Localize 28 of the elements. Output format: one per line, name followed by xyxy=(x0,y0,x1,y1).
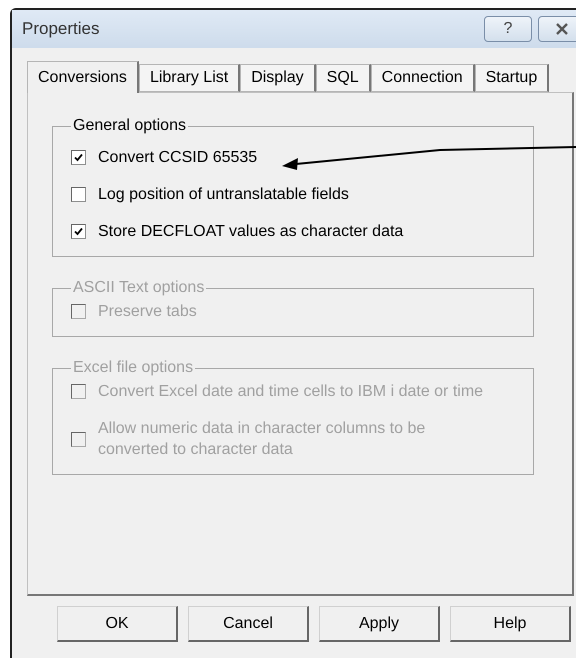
tab[interactable]: Conversions xyxy=(27,61,139,93)
tab[interactable]: Connection xyxy=(370,64,475,92)
checkbox-label: Allow numeric data in character columns to be converted to character data xyxy=(98,419,426,460)
check-icon xyxy=(74,227,83,236)
checkbox-label: Store DECFLOAT values as character data xyxy=(98,222,404,242)
dialog-button[interactable]: OK xyxy=(57,606,178,642)
close-button[interactable] xyxy=(538,16,576,42)
checkbox-label: Convert Excel date and time cells to IBM i date or time xyxy=(98,382,484,402)
checkbox[interactable] xyxy=(71,150,86,165)
tab[interactable]: Library List xyxy=(138,64,240,92)
close-icon xyxy=(555,23,569,35)
window-title: Properties xyxy=(22,19,100,39)
tab[interactable]: Startup xyxy=(474,64,550,92)
help-button[interactable]: ? xyxy=(484,16,532,42)
check-icon xyxy=(74,153,83,162)
dialog-button[interactable]: Cancel xyxy=(188,606,309,642)
checkbox-label: Preserve tabs xyxy=(98,302,197,322)
checkbox-label: Convert CCSID 65535 xyxy=(98,148,258,168)
dialog-button[interactable]: Help xyxy=(450,606,571,642)
dialog-button[interactable]: Apply xyxy=(319,606,440,642)
tab[interactable]: SQL xyxy=(316,64,371,92)
checkbox[interactable] xyxy=(71,187,86,202)
group-title: General options xyxy=(72,117,187,135)
checkbox-label: Log position of untranslatable fields xyxy=(98,185,349,205)
tab[interactable]: Display xyxy=(240,64,316,92)
group-title: ASCII Text options xyxy=(72,279,206,297)
checkbox[interactable] xyxy=(71,224,86,239)
group-title: Excel file options xyxy=(72,359,194,377)
